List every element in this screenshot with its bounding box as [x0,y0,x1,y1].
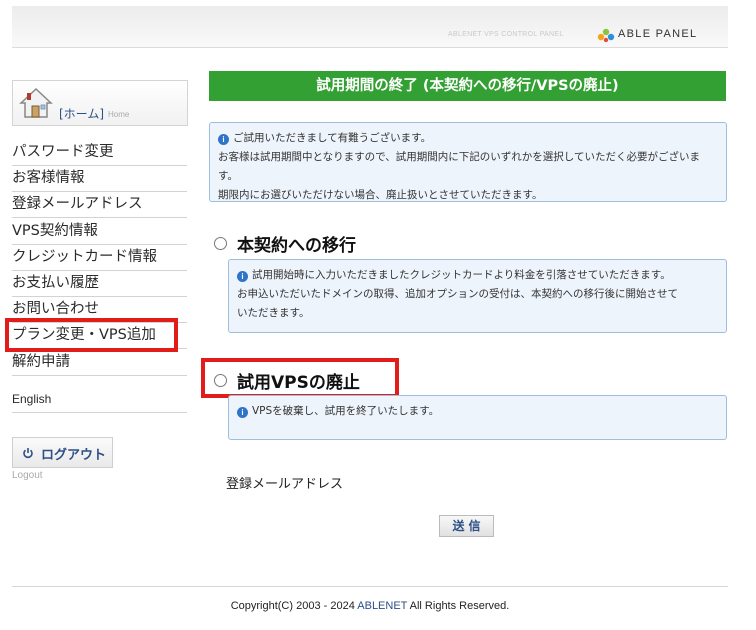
footer-divider [12,586,728,587]
option-migrate-info-line: 試用開始時に入力いただきましたクレジットカードより料金を引落させていただきます。 [252,269,671,281]
radio-migrate-contract[interactable] [214,237,227,250]
intro-info-box: i ご試用いただきまして有難うございます。 お客様は試用期間中となりますので、試用… [209,122,727,202]
menu-item-cancellation[interactable]: 解約申請 [12,350,187,376]
logout-label: ログアウト [41,448,107,463]
option-migrate-info-line: お申込いただいたドメインの取得、追加オプションの受付は、本契約への移行後に開始さ… [237,288,678,300]
menu-item-english[interactable]: English [12,387,187,413]
logo-text: ABLE PANEL [618,28,698,40]
highlight-plan-change [5,318,178,352]
intro-line: ご試用いただきまして有難うございます。 [233,132,432,144]
copyright-suffix: All Rights Reserved. [407,600,510,612]
info-icon: i [237,271,248,282]
copyright: Copyright(C) 2003 - 2024 ABLENET All Rig… [0,600,740,612]
home-label: [ホーム] [59,107,105,121]
menu-item-password-change[interactable]: パスワード変更 [12,140,187,166]
intro-line: 期限内にお選びいただけない場合、廃止扱いとさせていただきます。 [218,189,543,201]
home-link[interactable]: [ホーム] Home [12,80,188,126]
menu-item-credit-card[interactable]: クレジットカード情報 [12,245,187,271]
page-title: 試用期間の終了 (本契約への移行/VPSの廃止) [209,71,726,101]
menu-item-payment-history[interactable]: お支払い履歴 [12,271,187,297]
info-icon: i [218,134,229,145]
option-cancel-info-box: i VPSを破棄し、試用を終了いたします。 [228,395,727,440]
logo-dots-icon [597,28,615,43]
home-sub-label: Home [108,110,130,119]
menu-item-registered-email[interactable]: 登録メールアドレス [12,192,187,218]
option-migrate-label[interactable]: 本契約への移行 [237,231,356,256]
power-icon [23,448,33,459]
copyright-prefix: Copyright(C) 2003 - 2024 [230,600,358,612]
logout-sub-label: Logout [12,470,43,481]
menu-item-vps-contract[interactable]: VPS契約情報 [12,219,187,245]
info-icon: i [237,407,248,418]
option-cancel-info-line: VPSを破棄し、試用を終了いたします。 [252,405,440,417]
registered-email-label: 登録メールアドレス [226,477,344,492]
copyright-brand[interactable]: ABLENET [357,600,407,612]
option-migrate-info-line: いただきます。 [237,307,310,319]
submit-button[interactable]: 送信 [439,515,494,537]
app-header: ABLENET VPS CONTROL PANEL ABLE PANEL [12,6,728,48]
logout-button[interactable]: ログアウト [12,437,113,468]
house-icon [19,87,53,118]
header-subtitle: ABLENET VPS CONTROL PANEL [448,31,564,38]
intro-line: お客様は試用期間中となりますので、試用期間内に下記のいずれかを選択していただく必… [218,151,700,182]
option-migrate-info-box: i 試用開始時に入力いただきましたクレジットカードより料金を引落させていただきます… [228,259,727,333]
highlight-cancel-option [201,358,399,398]
menu-item-customer-info[interactable]: お客様情報 [12,166,187,192]
